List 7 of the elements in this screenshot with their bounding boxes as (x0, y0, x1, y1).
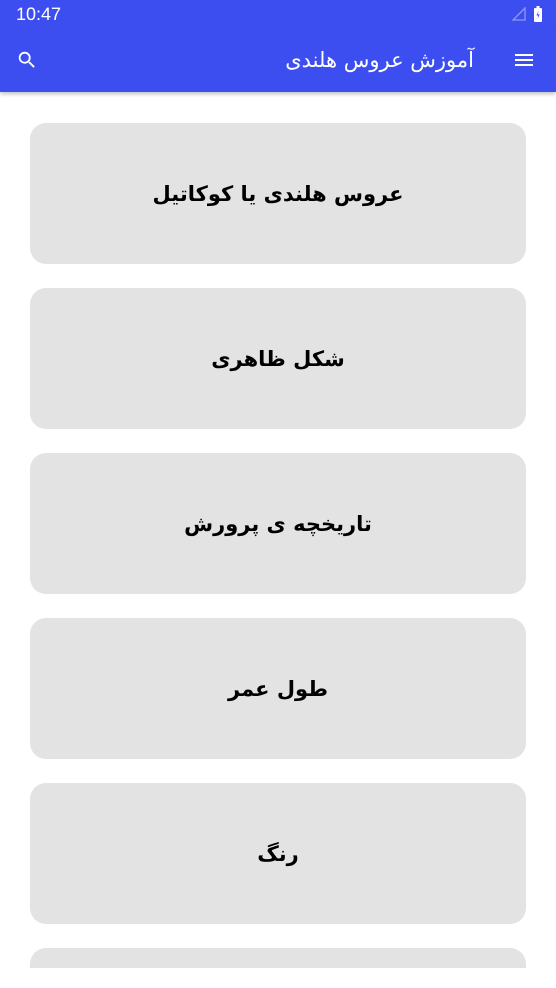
topic-card[interactable]: عروس هلندی یا کوکاتیل (30, 123, 526, 264)
topic-card[interactable]: رنگ (30, 783, 526, 924)
topic-card[interactable]: طول عمر (30, 618, 526, 759)
topic-card[interactable]: تاریخچه ی پرورش (30, 453, 526, 594)
app-title: آموزش عروس هلندی (285, 48, 474, 72)
topic-card[interactable]: شکل ظاهری (30, 288, 526, 429)
status-time: 10:47 (16, 4, 62, 24)
